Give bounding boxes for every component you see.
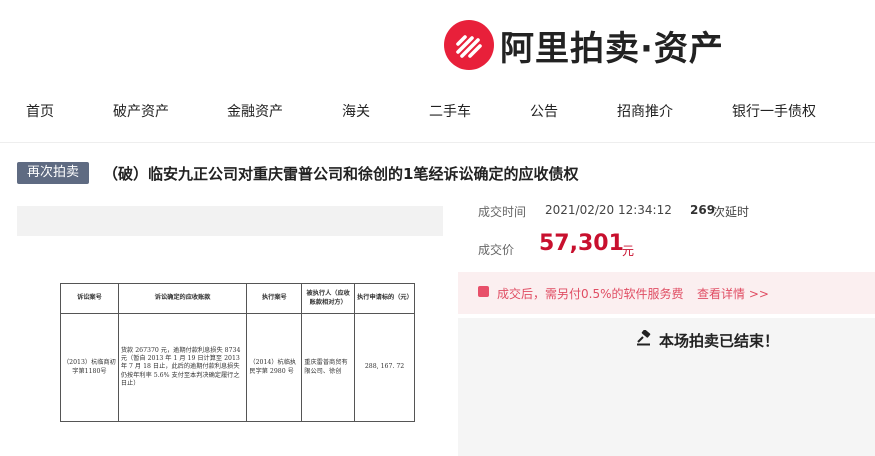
- doc-cell-receivable: 货款 267370 元，逾期付款利息损失 8734 元（暂自 2013 年 1 …: [117, 313, 248, 422]
- doc-cell-amount: 288, 167. 72: [354, 313, 415, 422]
- fee-notice-icon: [478, 286, 489, 297]
- price-label: 成交价: [478, 243, 515, 257]
- nav-item-home[interactable]: 首页: [26, 101, 54, 121]
- doc-header-amount: 执行申请标的（元）: [354, 283, 415, 314]
- nav-item-announcements[interactable]: 公告: [530, 101, 558, 121]
- brand-logo[interactable]: 阿里拍卖·资产: [444, 18, 724, 72]
- view-details-link[interactable]: 查看详情 >>: [697, 285, 769, 302]
- gavel-icon: [637, 330, 651, 346]
- deal-price: 57,301: [539, 231, 624, 256]
- document-image-table: 诉讼案号 诉讼确定的应收账款 执行案号 被执行人（应收账款相对方） 执行申请标的…: [60, 283, 415, 422]
- nav-divider: [0, 142, 875, 143]
- brand-name: 阿里拍卖·资产: [500, 28, 724, 69]
- delay-count: 269: [690, 203, 716, 217]
- doc-cell-execution-no: （2014）杭临执民字第 2980 号: [246, 313, 303, 422]
- doc-header-debtor: 被执行人（应收账款相对方）: [301, 283, 356, 314]
- main-nav: 首页 破产资产 金融资产 海关 二手车 公告 招商推介 银行一手债权: [0, 92, 875, 132]
- auction-logo-icon: [444, 20, 494, 70]
- nav-item-customs[interactable]: 海关: [342, 101, 370, 121]
- service-fee-text: 成交后，需另付0.5%的软件服务费: [497, 287, 684, 301]
- doc-cell-case-no: （2013）杭临商初字第1180号: [60, 313, 119, 422]
- nav-item-financial-assets[interactable]: 金融资产: [227, 101, 283, 121]
- doc-header-execution-no: 执行案号: [246, 283, 303, 314]
- auction-ended-text: 本场拍卖已结束！: [659, 332, 780, 350]
- price-unit: 元: [622, 244, 635, 258]
- gallery-toolbar: [17, 206, 443, 236]
- status-badge: 再次拍卖: [17, 162, 89, 184]
- doc-cell-debtor: 重庆雷普商贸有限公司、徐创: [301, 313, 356, 422]
- page-title: （破）临安九正公司对重庆雷普公司和徐创的1笔经诉讼确定的应收债权: [103, 165, 579, 183]
- doc-header-case-no: 诉讼案号: [60, 283, 119, 314]
- nav-item-bank-debt[interactable]: 银行一手债权: [732, 101, 816, 121]
- doc-header-receivable: 诉讼确定的应收账款: [117, 283, 248, 314]
- nav-item-used-cars[interactable]: 二手车: [429, 101, 471, 121]
- delay-suffix: 次延时: [713, 205, 750, 219]
- nav-item-bankruptcy-assets[interactable]: 破产资产: [113, 101, 169, 121]
- deal-time-label: 成交时间: [478, 205, 527, 219]
- nav-item-investment-promotion[interactable]: 招商推介: [617, 101, 673, 121]
- deal-time-value: 2021/02/20 12:34:12: [545, 203, 672, 217]
